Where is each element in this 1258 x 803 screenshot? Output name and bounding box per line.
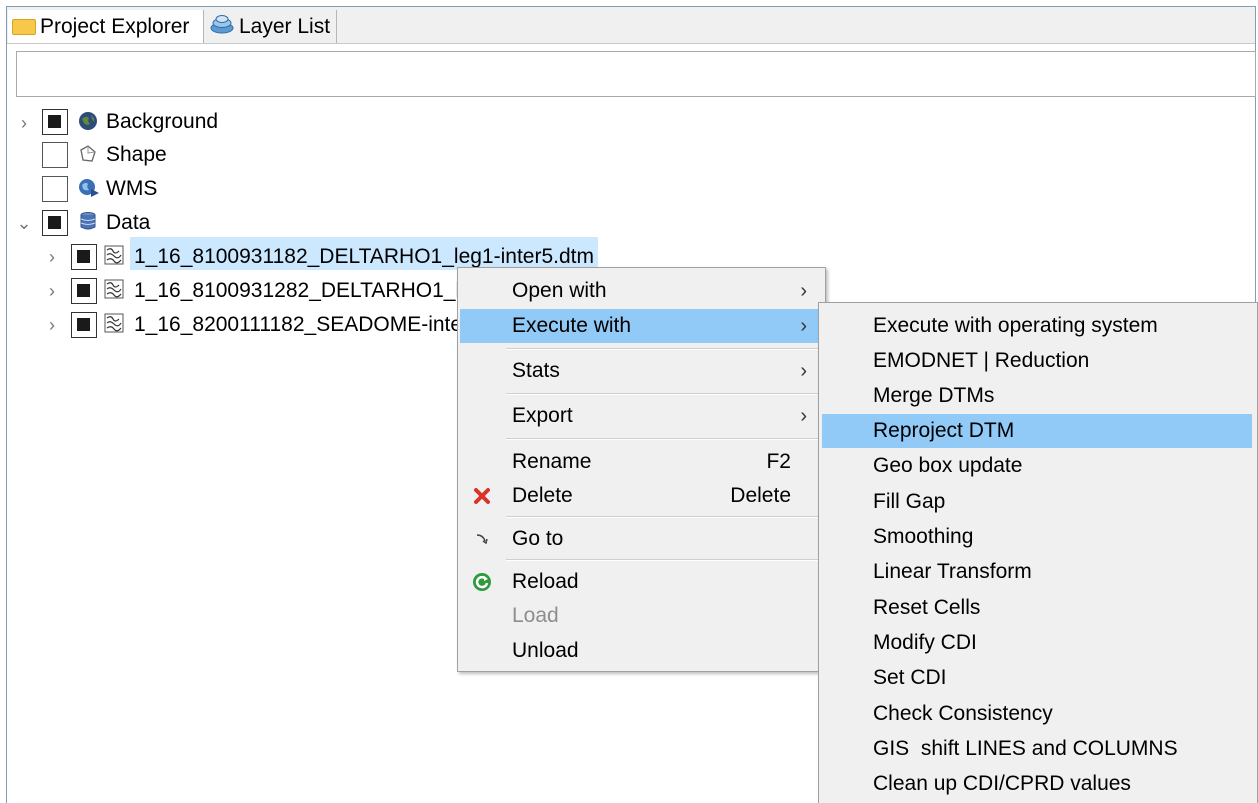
menu-item-label: Unload	[512, 639, 579, 662]
menu-item-label: Reload	[512, 570, 579, 593]
menu-item-label: Open with	[512, 279, 607, 302]
go-to-icon	[472, 529, 492, 549]
submenu-item-linear-transform[interactable]: Linear Transform	[822, 555, 1252, 589]
checkbox[interactable]	[42, 176, 68, 202]
submenu-item-label: Fill Gap	[873, 490, 946, 513]
filter-input[interactable]	[16, 51, 1256, 97]
chevron-down-icon[interactable]: ⌄	[16, 213, 32, 234]
checkbox[interactable]	[42, 210, 68, 236]
node-label: WMS	[106, 177, 158, 200]
submenu-item-label: Smoothing	[873, 525, 974, 548]
dtm-file-icon	[104, 313, 124, 333]
wms-globe-icon	[78, 178, 99, 198]
menu-item-load[interactable]: Load	[460, 599, 823, 633]
node-label: Shape	[106, 143, 167, 166]
checkbox[interactable]	[71, 278, 97, 304]
menu-item-label: Load	[512, 604, 559, 627]
dtm-file-icon	[104, 245, 124, 265]
menu-item-label: Export	[512, 404, 573, 427]
globe-icon	[78, 111, 98, 131]
node-label: Data	[106, 211, 151, 234]
submenu-item-label: Reset Cells	[873, 596, 981, 619]
menu-item-execute-with[interactable]: Execute with ›	[460, 309, 823, 343]
shape-icon	[78, 144, 98, 164]
menu-item-open-with[interactable]: Open with ›	[460, 274, 823, 308]
submenu-item-execute-with-os[interactable]: Execute with operating system	[822, 309, 1252, 343]
menu-item-unload[interactable]: Unload	[460, 634, 823, 668]
submenu-item-label: Clean up CDI/CPRD values	[873, 772, 1131, 795]
submenu-item-fill-gap[interactable]: Fill Gap	[822, 485, 1252, 519]
node-label: Background	[106, 110, 219, 133]
menu-separator	[506, 516, 820, 518]
menu-item-label: Stats	[512, 359, 560, 382]
submenu-item-check-consistency[interactable]: Check Consistency	[822, 697, 1252, 731]
folder-icon	[12, 18, 36, 35]
menu-item-delete[interactable]: Delete Delete	[460, 479, 823, 513]
submenu-item-label: Geo box update	[873, 454, 1023, 477]
menu-item-label: Delete	[512, 484, 573, 507]
submenu-item-merge-dtms[interactable]: Merge DTMs	[822, 379, 1252, 413]
submenu-item-reproject-dtm[interactable]: Reproject DTM	[822, 414, 1252, 448]
submenu-item-set-cdi[interactable]: Set CDI	[822, 661, 1252, 695]
execute-with-submenu: Execute with operating system EMODNET | …	[818, 302, 1258, 803]
submenu-item-label: Check Consistency	[873, 702, 1053, 725]
dtm-file-icon	[104, 279, 124, 299]
tab-label: Project Explorer	[40, 14, 190, 38]
menu-item-stats[interactable]: Stats ›	[460, 354, 823, 388]
checkbox[interactable]	[71, 244, 97, 270]
submenu-item-label: Execute with operating system	[873, 314, 1158, 337]
submenu-item-label: Merge DTMs	[873, 384, 995, 407]
delete-icon	[472, 486, 492, 506]
database-icon	[78, 211, 98, 231]
menu-item-label: Rename	[512, 450, 592, 473]
shortcut-label: Delete	[730, 484, 791, 507]
submenu-item-geo-box-update[interactable]: Geo box update	[822, 449, 1252, 483]
chevron-right-icon[interactable]: ›	[44, 247, 60, 268]
chevron-right-icon[interactable]: ›	[44, 315, 60, 336]
submenu-item-clean-up-cdi[interactable]: Clean up CDI/CPRD values	[822, 767, 1252, 801]
menu-separator	[506, 393, 820, 395]
reload-icon	[472, 572, 492, 592]
submenu-item-modify-cdi[interactable]: Modify CDI	[822, 626, 1252, 660]
chevron-right-icon: ›	[800, 314, 807, 337]
node-label: 1_16_8100931182_DELTARHO1_leg1-inter5.dt…	[134, 245, 594, 268]
submenu-item-label: Reproject DTM	[873, 419, 1015, 442]
checkbox[interactable]	[71, 312, 97, 338]
tab-label: Layer List	[239, 14, 331, 38]
chevron-right-icon: ›	[800, 404, 807, 427]
menu-separator	[506, 348, 820, 350]
menu-item-label: Go to	[512, 527, 564, 550]
menu-separator	[506, 438, 820, 440]
checkbox[interactable]	[42, 142, 68, 168]
tab-project-explorer[interactable]: Project Explorer	[8, 10, 204, 43]
tab-layer-list[interactable]: Layer List	[205, 10, 337, 43]
view-tab-bar: Project Explorer Layer List	[7, 7, 1255, 44]
chevron-right-icon[interactable]: ›	[44, 281, 60, 302]
submenu-item-gis-shift[interactable]: GIS shift LINES and COLUMNS	[822, 732, 1252, 766]
context-menu: Open with › Execute with › Stats › Expor…	[457, 267, 826, 672]
submenu-item-smoothing[interactable]: Smoothing	[822, 520, 1252, 554]
menu-item-rename[interactable]: Rename F2	[460, 445, 823, 479]
shortcut-label: F2	[766, 450, 791, 473]
chevron-right-icon: ›	[800, 279, 807, 302]
node-label: 1_16_8200111182_SEADOME-inte	[134, 313, 463, 336]
menu-item-export[interactable]: Export ›	[460, 399, 823, 433]
submenu-item-emodnet-reduction[interactable]: EMODNET | Reduction	[822, 344, 1252, 378]
chevron-right-icon: ›	[800, 359, 807, 382]
layers-icon	[209, 13, 235, 41]
submenu-item-label: Set CDI	[873, 666, 947, 689]
menu-separator	[506, 559, 820, 561]
menu-item-label: Execute with	[512, 314, 632, 337]
submenu-item-label: EMODNET | Reduction	[873, 349, 1090, 372]
menu-item-reload[interactable]: Reload	[460, 565, 823, 599]
submenu-item-label: Modify CDI	[873, 631, 977, 654]
submenu-item-reset-cells[interactable]: Reset Cells	[822, 591, 1252, 625]
submenu-item-label: GIS shift LINES and COLUMNS	[873, 737, 1178, 760]
submenu-item-label: Linear Transform	[873, 560, 1032, 583]
node-label: 1_16_8100931282_DELTARHO1_le	[134, 279, 472, 302]
menu-item-go-to[interactable]: Go to	[460, 522, 823, 556]
checkbox[interactable]	[42, 109, 68, 135]
chevron-right-icon[interactable]: ›	[16, 113, 32, 134]
